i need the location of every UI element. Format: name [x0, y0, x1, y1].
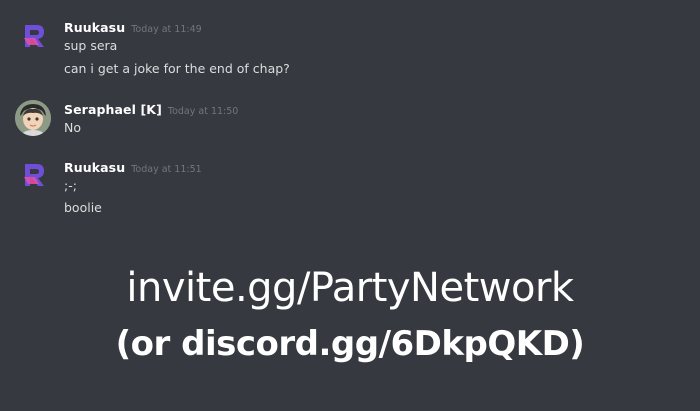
message-header: Ruukasu Today at 11:51	[64, 157, 202, 175]
alternate-invite-text: (or discord.gg/6DkpQKD)	[115, 324, 585, 364]
message-text: can i get a joke for the end of chap?	[64, 61, 290, 76]
chat-area: Ruukasu Today at 11:49 sup sera can i get…	[0, 0, 700, 411]
username[interactable]: Seraphael [K]	[64, 102, 162, 117]
message-header: Ruukasu Today at 11:49	[64, 17, 202, 35]
message-text: sup sera	[64, 38, 118, 53]
message-text: boolie	[64, 200, 102, 215]
timestamp: Today at 11:50	[167, 106, 239, 117]
username[interactable]: Ruukasu	[64, 20, 125, 35]
invite-link-text: invite.gg/PartyNetwork	[126, 265, 574, 311]
r-logo-icon[interactable]	[15, 18, 51, 54]
timestamp: Today at 11:51	[131, 164, 202, 175]
message-header: Seraphael [K] Today at 11:50	[64, 99, 238, 117]
timestamp: Today at 11:49	[131, 24, 202, 35]
message-text: No	[64, 120, 81, 135]
username[interactable]: Ruukasu	[64, 160, 125, 175]
r-logo-icon[interactable]	[15, 157, 51, 193]
anime-character-avatar[interactable]	[15, 100, 51, 136]
message-text: ;-;	[64, 178, 77, 193]
